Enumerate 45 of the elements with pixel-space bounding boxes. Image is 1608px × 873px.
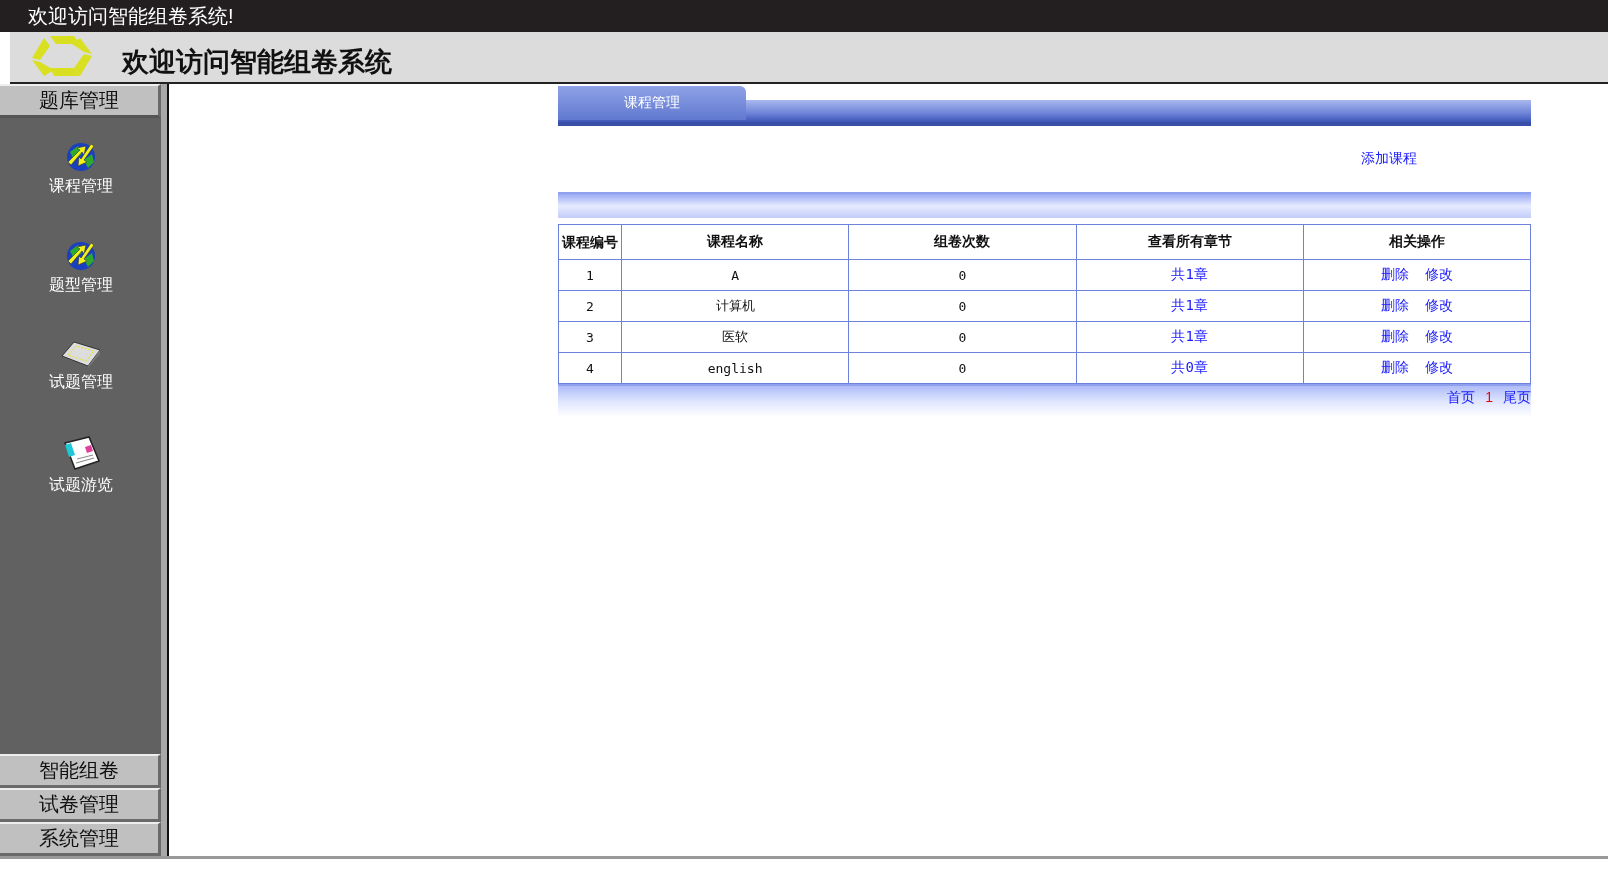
table-cell: 1: [558, 259, 622, 291]
table-cell: A: [621, 259, 849, 291]
table-cell: 0: [848, 321, 1076, 353]
last-page-link[interactable]: 尾页: [1503, 389, 1531, 407]
first-page-link[interactable]: 首页: [1447, 389, 1476, 407]
edit-link[interactable]: 修改: [1424, 328, 1453, 344]
add-course-link[interactable]: 添加课程: [1361, 150, 1417, 168]
keyboard-icon[interactable]: [59, 338, 102, 368]
sidebar-group-button[interactable]: 智能组卷: [0, 754, 161, 788]
table-cell: 医软: [621, 321, 849, 353]
chapters-link[interactable]: 共1章: [1171, 297, 1208, 313]
table-cell: 0: [848, 352, 1076, 384]
sidebar-group-button[interactable]: 试卷管理: [0, 788, 161, 822]
column-header: 相关操作: [1303, 224, 1531, 260]
chapters-link[interactable]: 共1章: [1171, 266, 1208, 282]
table-cell: 2: [558, 290, 622, 322]
delete-link[interactable]: 删除: [1381, 266, 1410, 282]
table-cell: 计算机: [621, 290, 849, 322]
sidebar-group-button[interactable]: 题库管理: [0, 84, 161, 118]
delete-link[interactable]: 删除: [1381, 359, 1410, 375]
edit-link[interactable]: 修改: [1424, 359, 1453, 375]
column-header: 组卷次数: [848, 224, 1076, 260]
app-title: 欢迎访问智能组卷系统: [122, 46, 392, 79]
edit-link[interactable]: 修改: [1424, 297, 1453, 313]
logo-icon: [30, 34, 94, 78]
delete-link[interactable]: 删除: [1381, 297, 1410, 313]
table-cell: english: [621, 352, 849, 384]
sidebar-group-button[interactable]: 系统管理: [0, 822, 161, 856]
sidebar-item[interactable]: 题型管理: [48, 275, 113, 296]
window-title: 欢迎访问智能组卷系统!: [28, 3, 234, 29]
column-header: 课程名称: [621, 224, 849, 260]
delete-link[interactable]: 删除: [1381, 328, 1410, 344]
sidebar-item[interactable]: 试题管理: [48, 372, 113, 393]
column-header: 查看所有章节: [1076, 224, 1304, 260]
column-header: 课程编号: [558, 224, 622, 260]
chapters-link[interactable]: 共0章: [1171, 359, 1208, 375]
sidebar-item[interactable]: 试题游览: [48, 475, 113, 496]
sidebar-item[interactable]: 课程管理: [48, 176, 113, 197]
table-cell: 0: [848, 259, 1076, 291]
table-cell: 3: [558, 321, 622, 353]
chapters-link[interactable]: 共1章: [1171, 328, 1208, 344]
table-cell: 4: [558, 352, 622, 384]
current-page: 1: [1485, 389, 1493, 405]
table-cell: 0: [848, 290, 1076, 322]
edit-link[interactable]: 修改: [1424, 266, 1453, 282]
